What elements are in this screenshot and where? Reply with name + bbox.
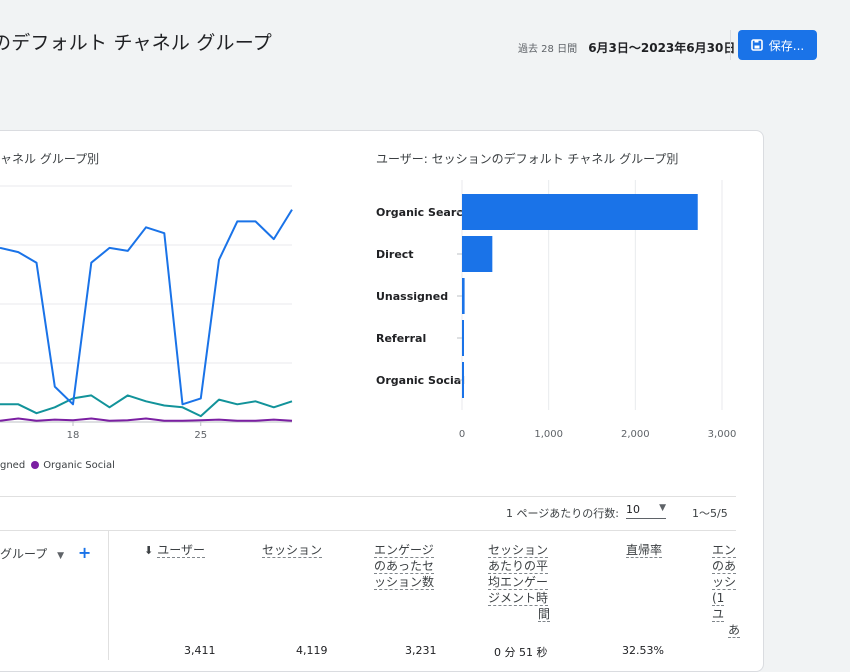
column-header-sessions-label: セッション xyxy=(262,543,323,558)
x-tick-label: 3,000 xyxy=(708,429,737,440)
column-header-line: あたりの平 xyxy=(488,559,549,574)
rows-per-page-label: 1 ページあたりの行数: xyxy=(506,507,619,520)
dimension-dropdown-icon[interactable]: ▼ xyxy=(57,551,64,561)
x-tick-label: 25 xyxy=(194,430,207,441)
column-header-line: 均エンゲー xyxy=(488,575,549,590)
bar-chart: 0 1,000 2,000 3,000 Organic Search Direct Unas… xyxy=(376,180,737,440)
column-header-users[interactable]: ⬇ ユーザー xyxy=(144,542,205,559)
column-header-line: (1 ユ xyxy=(712,591,725,622)
dimension-column-divider xyxy=(108,530,109,660)
column-header-avg-engagement-time[interactable]: セッション あたりの平 均エンゲー ジメント時 間 xyxy=(488,542,550,622)
date-range-value: 6月3日～2023年6月30日 xyxy=(588,41,736,55)
save-button-label: 保存... xyxy=(768,38,805,53)
x-tick-label: 2,000 xyxy=(621,429,650,440)
pagination-range: 1～5/5 xyxy=(692,507,728,520)
column-header-engaged-per-user[interactable]: エン のあ ッシ (1 ユ あ xyxy=(712,542,740,638)
column-header-line: ジメント時 xyxy=(488,591,549,606)
column-header-line: のあったセ xyxy=(374,559,435,574)
line-chart: 18 25 xyxy=(0,185,293,441)
legend-dot-organic-social xyxy=(31,461,40,469)
bar-category-label: Organic Social xyxy=(376,374,465,387)
column-header-line: セッション xyxy=(488,543,549,558)
column-header-line: エン xyxy=(712,543,737,558)
rows-per-page-select[interactable]: 10 ▼ xyxy=(626,503,666,519)
header-divider xyxy=(730,30,731,60)
table-header-divider xyxy=(0,530,736,531)
line-series-2 xyxy=(0,417,293,422)
bar xyxy=(462,320,464,356)
column-header-sessions[interactable]: セッション xyxy=(262,542,323,558)
bar-category-label: Direct xyxy=(376,248,414,261)
chevron-down-icon: ▼ xyxy=(659,503,666,513)
column-header-users-label: ユーザー xyxy=(157,543,205,558)
column-header-line: 間 xyxy=(537,607,550,622)
table-cell: 3,231 xyxy=(405,644,437,657)
column-header-bounce-rate[interactable]: 直帰率 xyxy=(626,542,663,558)
column-header-line: のあ xyxy=(712,559,737,574)
x-tick-label: 18 xyxy=(67,430,80,441)
bar-category-label: Organic Search xyxy=(376,206,471,219)
column-header-line: ッシ xyxy=(712,575,737,590)
column-header-bounce-rate-label: 直帰率 xyxy=(626,543,663,558)
date-range-label: 過去 28 日間 xyxy=(518,44,578,55)
table-cell: 4,119 xyxy=(296,644,328,657)
line-series-0 xyxy=(0,209,293,406)
line-series-1 xyxy=(0,394,293,418)
dimension-header-label: グループ xyxy=(0,547,48,561)
legend-item-organic-social: Organic Social xyxy=(43,460,115,471)
bar-chart-title: ユーザー: セッションのデフォルト チャネル グループ別 xyxy=(376,152,679,166)
line-chart-title: ャネル グループ別 xyxy=(0,152,100,166)
date-range[interactable]: 過去 28 日間 6月3日～2023年6月30日 xyxy=(518,37,735,56)
bar xyxy=(462,236,493,272)
column-header-line: あ xyxy=(727,623,740,638)
save-icon xyxy=(750,39,763,51)
table-cell: 32.53% xyxy=(622,644,664,657)
sort-arrow-down-icon: ⬇ xyxy=(144,544,154,557)
x-tick-label: 1,000 xyxy=(534,429,563,440)
dimension-header[interactable]: グループ ▼ + xyxy=(0,543,91,562)
add-dimension-button[interactable]: + xyxy=(78,543,91,562)
bar xyxy=(462,362,464,398)
bar xyxy=(462,278,465,314)
x-tick-label: 0 xyxy=(459,429,465,440)
legend-item-partial: gned xyxy=(0,460,26,471)
table-cell: 0 分 51 秒 xyxy=(494,646,548,659)
bar-category-label: Unassigned xyxy=(376,290,448,303)
save-button[interactable]: 保存... xyxy=(738,30,817,60)
column-header-line: エンゲージ xyxy=(374,543,434,558)
column-header-line: ッション数 xyxy=(374,575,435,590)
rows-per-page-value: 10 xyxy=(626,503,640,516)
bar-category-label: Referral xyxy=(376,332,426,345)
table-top-divider xyxy=(0,496,736,497)
bar xyxy=(462,194,698,230)
line-chart-legend: gned Organic Social xyxy=(0,460,115,471)
table-cell: 3,411 xyxy=(184,644,216,657)
column-header-engaged-sessions[interactable]: エンゲージ のあったセ ッション数 xyxy=(374,542,436,590)
page-title: のデフォルト チャネル グループ xyxy=(0,32,272,54)
